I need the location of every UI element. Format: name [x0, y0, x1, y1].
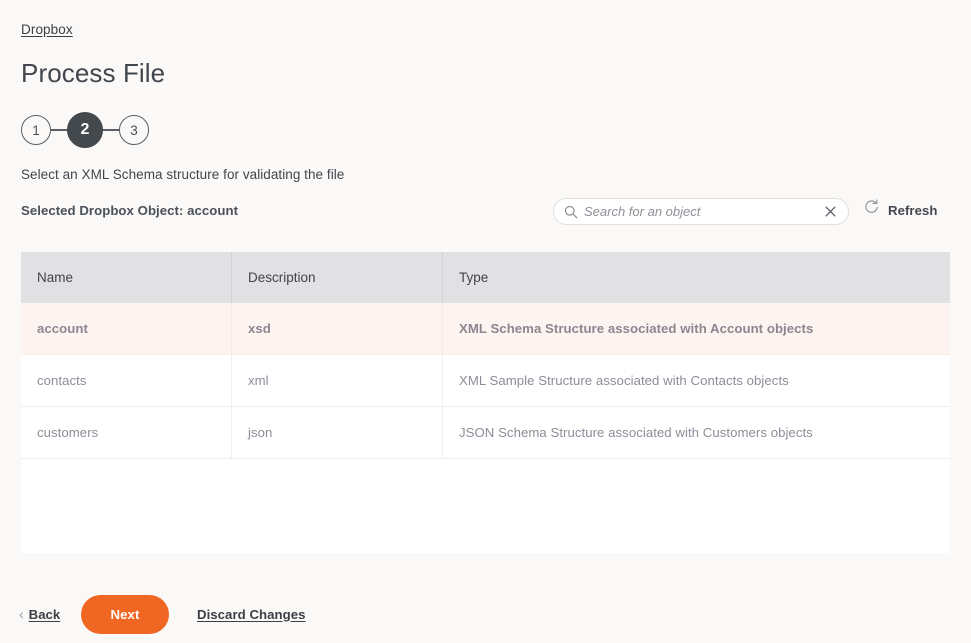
- chevron-left-icon: ‹: [19, 606, 24, 622]
- cell-name: contacts: [37, 373, 87, 388]
- back-button-label: Back: [28, 606, 61, 622]
- table-row[interactable]: account xsd XML Schema Structure associa…: [21, 303, 950, 355]
- discard-changes-button[interactable]: Discard Changes: [197, 607, 305, 622]
- objects-table: Name Description Type account xsd XML Sc…: [21, 252, 950, 553]
- next-button[interactable]: Next: [81, 594, 169, 634]
- search-box[interactable]: [553, 198, 849, 225]
- breadcrumb-dropbox[interactable]: Dropbox: [21, 22, 73, 37]
- table-body: account xsd XML Schema Structure associa…: [21, 303, 950, 553]
- stepper-step-1[interactable]: 1: [21, 115, 51, 145]
- cell-description: xsd: [231, 303, 442, 354]
- search-input[interactable]: [584, 204, 819, 219]
- stepper-connector-2-3: [103, 129, 119, 131]
- table-empty-space: [21, 459, 950, 553]
- cell-type: JSON Schema Structure associated with Cu…: [442, 407, 950, 458]
- page-title: Process File: [21, 58, 166, 88]
- table-row[interactable]: customers json JSON Schema Structure ass…: [21, 407, 950, 459]
- refresh-button[interactable]: Refresh: [863, 199, 937, 221]
- cell-name: account: [37, 321, 88, 336]
- cell-type: XML Schema Structure associated with Acc…: [442, 303, 950, 354]
- instruction-text: Select an XML Schema structure for valid…: [21, 167, 345, 182]
- refresh-icon: [863, 199, 880, 221]
- table-header-row: Name Description Type: [21, 252, 950, 303]
- stepper-connector-1-2: [51, 129, 67, 131]
- stepper-step-3[interactable]: 3: [119, 115, 149, 145]
- search-icon: [564, 205, 578, 219]
- column-header-type[interactable]: Type: [442, 252, 950, 303]
- table-row[interactable]: contacts xml XML Sample Structure associ…: [21, 355, 950, 407]
- cell-description: xml: [231, 355, 442, 406]
- process-file-page: Dropbox Process File 1 2 3 Select an XML…: [0, 0, 971, 643]
- cell-description: json: [231, 407, 442, 458]
- cell-name: customers: [37, 425, 99, 440]
- close-icon[interactable]: [819, 201, 841, 223]
- stepper: 1 2 3: [21, 112, 149, 148]
- stepper-step-2[interactable]: 2: [67, 112, 103, 148]
- selected-object-label: Selected Dropbox Object: account: [21, 203, 239, 218]
- back-button[interactable]: ‹ Back: [19, 607, 60, 622]
- cell-type: XML Sample Structure associated with Con…: [442, 355, 950, 406]
- column-header-description[interactable]: Description: [231, 252, 442, 303]
- footer-actions: ‹ Back Next Discard Changes: [0, 585, 971, 643]
- refresh-label: Refresh: [888, 202, 938, 218]
- column-header-name[interactable]: Name: [21, 252, 231, 303]
